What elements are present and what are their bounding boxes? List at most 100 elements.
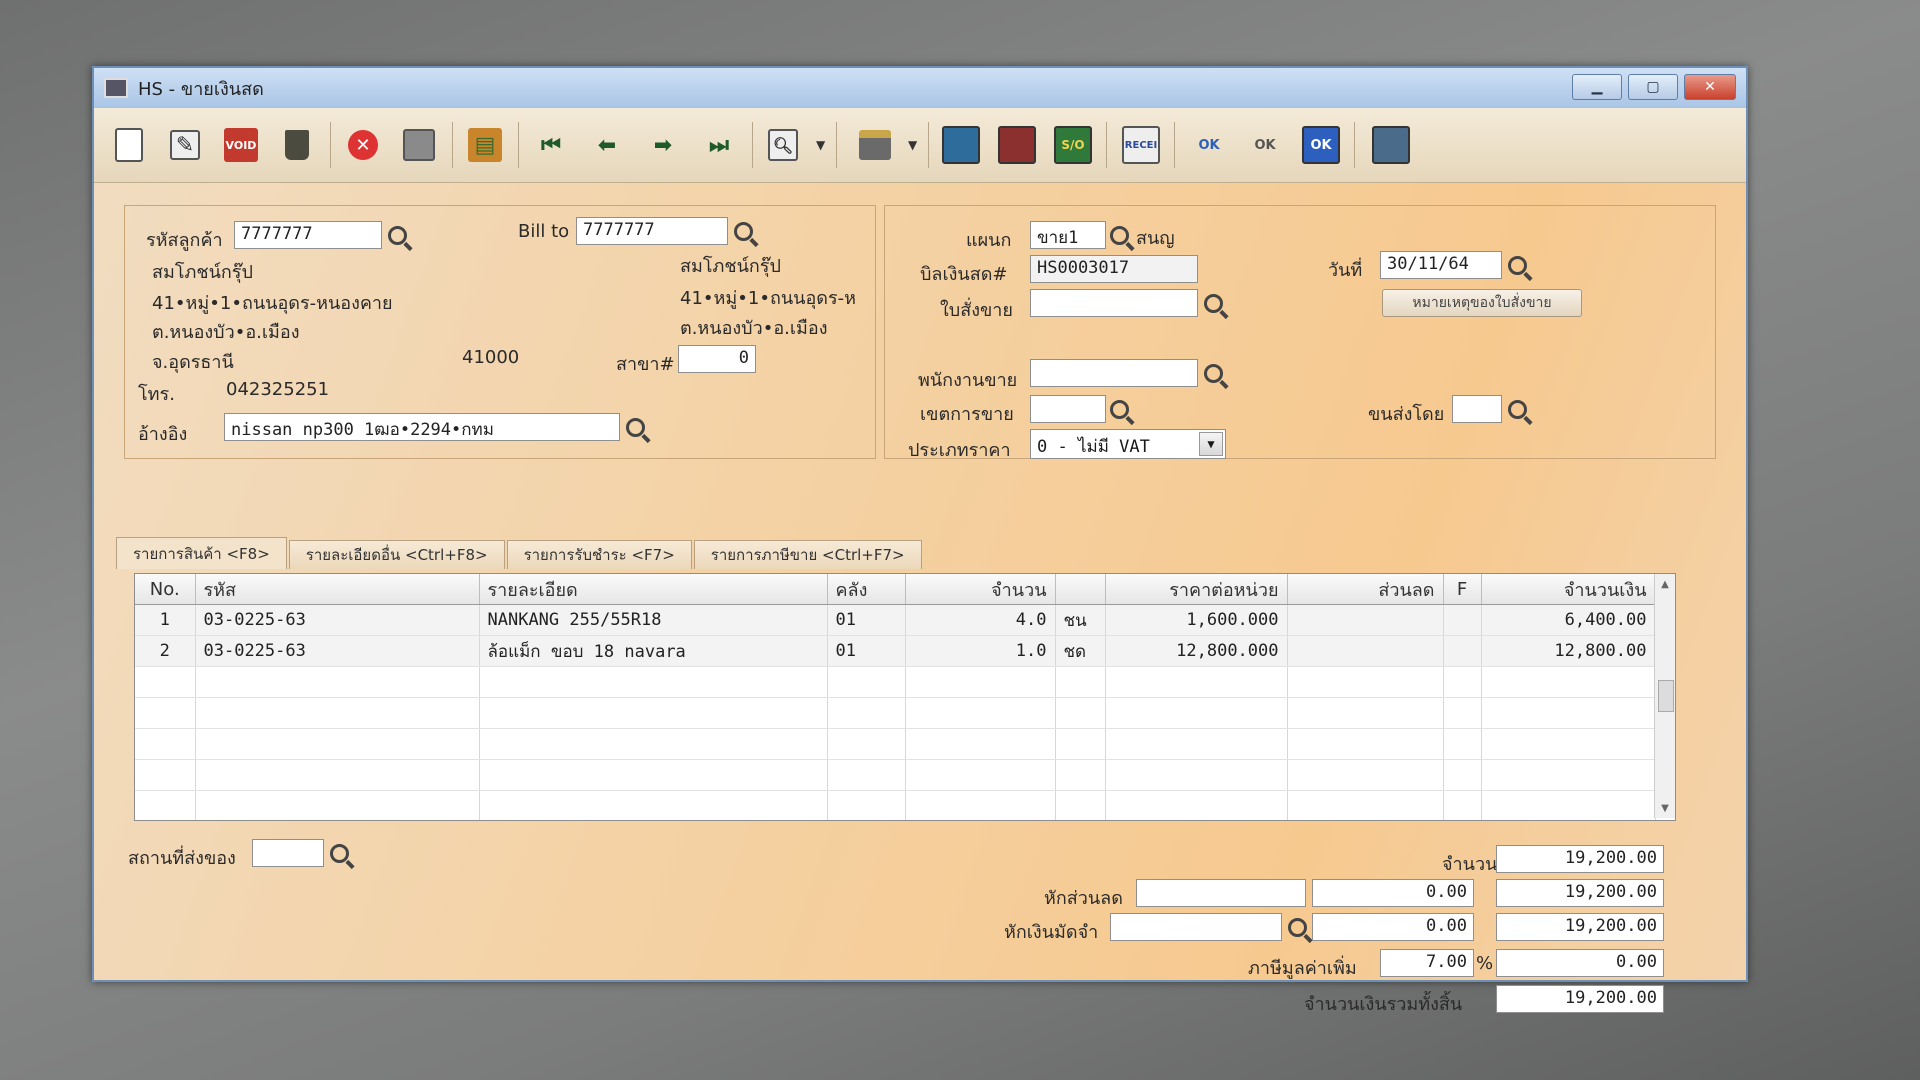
row-warehouse: 01	[827, 635, 906, 667]
save-icon[interactable]	[398, 124, 440, 166]
discount-label: หักส่วนลด	[1044, 888, 1123, 909]
date-label: วันที่	[1328, 260, 1363, 281]
tab-items[interactable]: รายการสินค้า <F8>	[116, 537, 287, 569]
scroll-up-icon[interactable]: ▲	[1655, 574, 1675, 594]
row-amount: 12,800.00	[1481, 635, 1656, 667]
post-icon[interactable]: ▤	[464, 124, 506, 166]
ship-place-search-icon[interactable]	[326, 839, 352, 867]
tab-sales-tax[interactable]: รายการภาษีขาย <Ctrl+F7>	[693, 540, 922, 569]
col-no-header[interactable]: No.	[135, 574, 196, 605]
sales-order-search-icon[interactable]	[1200, 289, 1226, 317]
statement-icon[interactable]: S/O	[1052, 124, 1094, 166]
find-dropdown-icon[interactable]: ▼	[816, 138, 825, 152]
col-unit-header[interactable]	[1055, 574, 1106, 605]
branch-input[interactable]: 0	[678, 345, 756, 373]
price-type-select[interactable]: 0 - ไม่มี VAT ▼	[1030, 429, 1226, 459]
printer-icon[interactable]	[854, 124, 896, 166]
report-icon[interactable]	[940, 124, 982, 166]
col-qty-header[interactable]: จำนวน	[905, 574, 1056, 605]
cancel-icon[interactable]: ✕	[342, 124, 384, 166]
billto-label: Bill to	[518, 221, 570, 242]
col-price-header[interactable]: ราคาต่อหน่วย	[1105, 574, 1288, 605]
customer-code-input[interactable]: 7777777	[234, 221, 382, 249]
deposit-input[interactable]	[1110, 913, 1282, 941]
customer-address-2: ต.หนองบัว•อ.เมือง	[152, 322, 300, 343]
department-label: แผนก	[966, 230, 1012, 251]
ship-by-search-icon[interactable]	[1504, 395, 1530, 423]
ship-place-input[interactable]	[252, 839, 324, 867]
previous-record-icon[interactable]: ⬅	[586, 124, 628, 166]
form-icon[interactable]	[996, 124, 1038, 166]
find-icon[interactable]: 🔍︎	[762, 124, 804, 166]
table-row[interactable]: 2 03-0225-63 ล้อแม็ก ขอบ 18 navara 01 1.…	[135, 635, 1656, 667]
date-input[interactable]: 30/11/64	[1380, 251, 1502, 279]
new-document-icon[interactable]	[108, 124, 150, 166]
minimize-button[interactable]: ▁	[1572, 74, 1622, 100]
empty-row[interactable]	[135, 697, 1656, 729]
bill-number-input[interactable]: HS0003017	[1030, 255, 1198, 283]
receipt-icon[interactable]: RECEI	[1120, 124, 1162, 166]
empty-row[interactable]	[135, 728, 1656, 760]
col-warehouse-header[interactable]: คลัง	[827, 574, 906, 605]
customer-zip: 41000	[462, 347, 520, 368]
print-dropdown-icon[interactable]: ▼	[908, 138, 917, 152]
tab-other-details[interactable]: รายละเอียดอื่น <Ctrl+F8>	[288, 540, 505, 569]
empty-row[interactable]	[135, 759, 1656, 791]
col-amount-header[interactable]: จำนวนเงิน	[1481, 574, 1656, 605]
vat-rate-input[interactable]: 7.00	[1380, 949, 1474, 977]
department-search-icon[interactable]	[1106, 221, 1132, 249]
scroll-thumb[interactable]	[1658, 680, 1674, 712]
reference-search-icon[interactable]	[622, 413, 648, 441]
sales-order-input[interactable]	[1030, 289, 1198, 317]
row-code: 03-0225-63	[195, 635, 480, 667]
discount-formula-input[interactable]	[1136, 879, 1306, 907]
ship-by-input[interactable]	[1452, 395, 1502, 423]
void-icon[interactable]: VOID	[220, 124, 262, 166]
export-icon[interactable]	[1370, 124, 1412, 166]
col-code-header[interactable]: รหัส	[195, 574, 480, 605]
table-row[interactable]: 1 03-0225-63 NANKANG 255/55R18 01 4.0 ชน…	[135, 604, 1656, 636]
unapprove-icon[interactable]: OK	[1244, 124, 1286, 166]
row-description: NANKANG 255/55R18	[479, 604, 828, 636]
col-f-header[interactable]: F	[1443, 574, 1482, 605]
trash-icon[interactable]	[276, 124, 318, 166]
department-input[interactable]: ขาย1	[1030, 221, 1106, 249]
customer-search-icon[interactable]	[384, 221, 410, 249]
sales-area-label: เขตการขาย	[920, 404, 1014, 425]
salesman-search-icon[interactable]	[1200, 359, 1226, 387]
row-no: 1	[135, 604, 196, 636]
col-discount-header[interactable]: ส่วนลด	[1287, 574, 1444, 605]
row-amount: 6,400.00	[1481, 604, 1656, 636]
sales-area-input[interactable]	[1030, 395, 1106, 423]
after-discount-amount: 19,200.00	[1496, 879, 1664, 907]
billto-code-input[interactable]: 7777777	[576, 217, 728, 245]
form-area: รหัสลูกค้า 7777777 สมโภชน์กรุ๊ป 41•หมู่•…	[94, 183, 1746, 1015]
chevron-down-icon[interactable]: ▼	[1199, 432, 1223, 456]
ok-icon[interactable]: OK	[1300, 124, 1342, 166]
sales-area-search-icon[interactable]	[1106, 395, 1132, 423]
empty-row[interactable]	[135, 790, 1656, 820]
grid-scrollbar[interactable]: ▲ ▼	[1654, 574, 1675, 818]
approve-icon[interactable]: OK	[1188, 124, 1230, 166]
salesman-input[interactable]	[1030, 359, 1198, 387]
last-record-icon[interactable]: ⏭	[698, 124, 740, 166]
sales-order-note-button[interactable]: หมายเหตุของใบสั่งขาย	[1382, 289, 1582, 317]
first-record-icon[interactable]: ⏮	[530, 124, 572, 166]
deposit-search-icon[interactable]	[1284, 913, 1310, 941]
tab-payments[interactable]: รายการรับชำระ <F7>	[506, 540, 692, 569]
row-description: ล้อแม็ก ขอบ 18 navara	[479, 635, 828, 667]
grand-total-value: 19,200.00	[1496, 985, 1664, 1013]
customer-address-3: จ.อุดรธานี	[152, 352, 234, 373]
scroll-down-icon[interactable]: ▼	[1655, 798, 1675, 818]
empty-row[interactable]	[135, 666, 1656, 698]
reference-input[interactable]: nissan np300 1ฒอ•2294•กทม	[224, 413, 620, 441]
col-desc-header[interactable]: รายละเอียด	[479, 574, 828, 605]
maximize-button[interactable]: ▢	[1628, 74, 1678, 100]
edit-icon[interactable]: ✎	[164, 124, 206, 166]
after-deposit-amount: 19,200.00	[1496, 913, 1664, 941]
customer-tel: 042325251	[226, 379, 330, 400]
close-button[interactable]: ✕	[1684, 74, 1736, 100]
billto-search-icon[interactable]	[730, 217, 756, 245]
next-record-icon[interactable]: ➡	[642, 124, 684, 166]
date-picker-icon[interactable]	[1504, 251, 1530, 279]
